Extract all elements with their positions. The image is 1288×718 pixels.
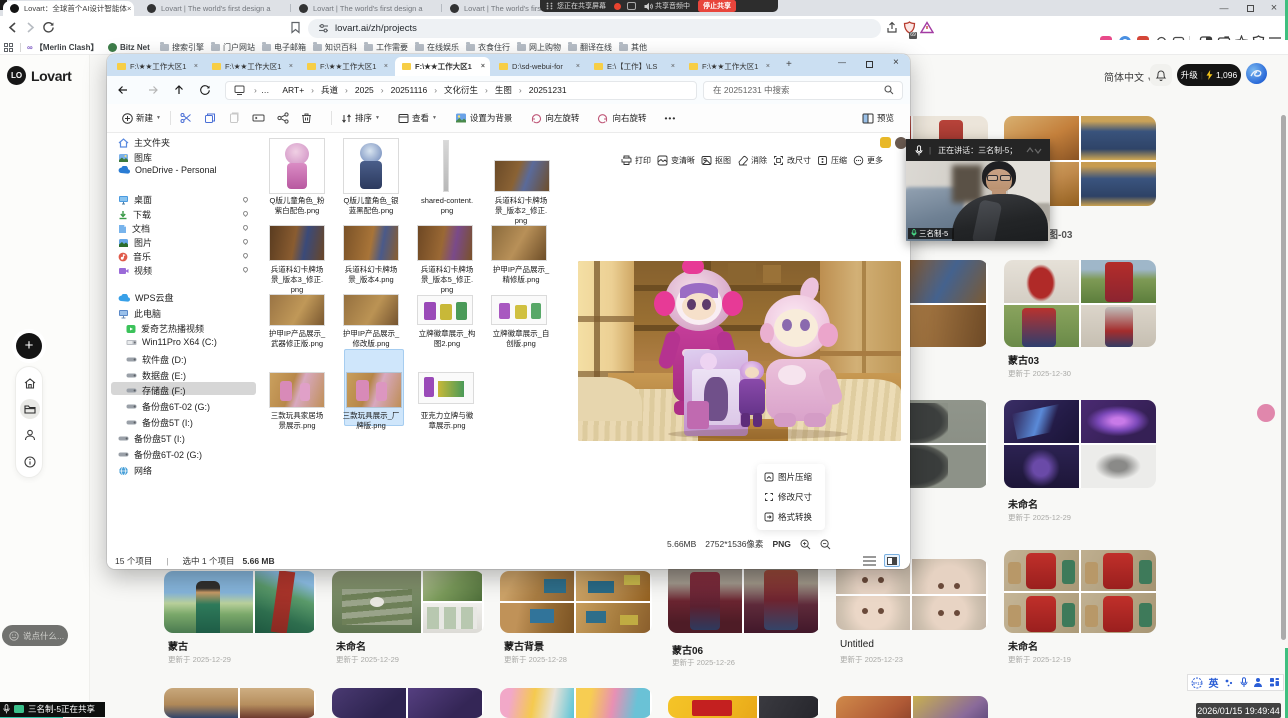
svg-text:JP17: JP17 [1192,681,1203,686]
